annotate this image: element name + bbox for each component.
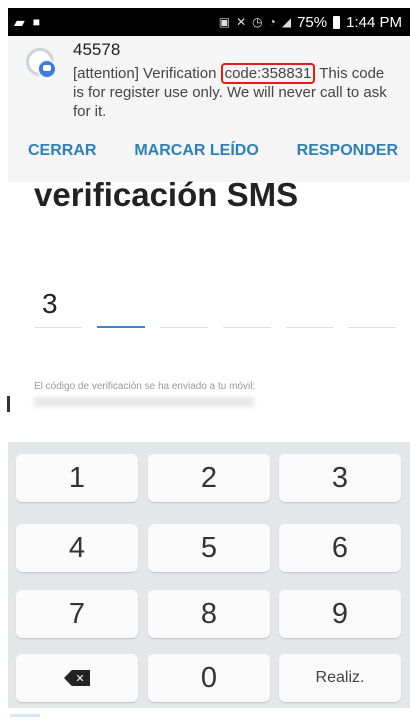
numeric-keypad: 1 2 3 4 5 6 7 8 9 ✕ 0 Realiz. <box>8 442 410 724</box>
status-icons-left: ▰ ■ <box>14 14 40 31</box>
close-button[interactable]: CERRAR <box>28 142 96 160</box>
edge-marker <box>7 396 10 412</box>
alarm-icon: ◷ <box>252 15 263 29</box>
bottom-accent <box>10 714 40 717</box>
key-3[interactable]: 3 <box>279 454 401 502</box>
nfc-icon: ▣ <box>218 15 231 29</box>
masked-phone-number <box>34 397 254 407</box>
code-digit-1[interactable]: 3 <box>34 282 82 328</box>
key-4[interactable]: 4 <box>16 524 138 572</box>
contact-avatar-icon <box>26 48 57 79</box>
code-digit-6[interactable] <box>348 282 396 328</box>
notification-sender: 45578 <box>73 40 121 59</box>
code-digit-5[interactable] <box>286 282 334 328</box>
key-0[interactable]: 0 <box>148 654 270 702</box>
video-icon: ■ <box>32 15 41 29</box>
notification-message: [attention] Verification code:358831 Thi… <box>73 63 395 121</box>
wifi-icon: ◔ <box>268 15 276 29</box>
bottom-strip <box>0 708 410 724</box>
code-input-group[interactable]: 3 <box>34 282 396 332</box>
mute-icon: ✕ <box>236 15 247 29</box>
key-5[interactable]: 5 <box>148 524 270 572</box>
clock: 1:44 PM <box>346 13 402 31</box>
code-digit-4[interactable] <box>223 282 271 328</box>
sms-notification[interactable]: 45578 [attention] Verification code:3588… <box>8 36 410 182</box>
messages-app-icon <box>37 59 57 79</box>
code-digit-3[interactable] <box>160 282 208 328</box>
page-title: verificación SMS <box>34 176 299 213</box>
backspace-icon: ✕ <box>64 670 90 686</box>
status-bar: ▰ ■ ▣ ✕ ◷ ◔ ◢ 75% 1:44 PM <box>8 8 410 36</box>
reply-button[interactable]: RESPONDER <box>297 142 398 160</box>
key-2[interactable]: 2 <box>148 454 270 502</box>
key-6[interactable]: 6 <box>279 524 401 572</box>
notification-actions: CERRAR MARCAR LEÍDO RESPONDER <box>8 142 410 160</box>
chat-icon: ▰ <box>14 13 25 30</box>
signal-icon: ◢ <box>281 15 292 29</box>
battery-percent: 75% <box>297 13 328 31</box>
code-digit-2[interactable] <box>97 282 145 328</box>
verification-code-highlight: code:358831 <box>220 63 316 84</box>
mark-read-button[interactable]: MARCAR LEÍDO <box>134 142 258 160</box>
key-9[interactable]: 9 <box>279 590 401 638</box>
done-key[interactable]: Realiz. <box>279 654 401 702</box>
backspace-key[interactable]: ✕ <box>16 654 138 702</box>
key-7[interactable]: 7 <box>16 590 138 638</box>
status-icons-right: ▣ ✕ ◷ ◔ ◢ 75% 1:44 PM <box>219 14 402 31</box>
code-sent-hint: El código de verificación se ha enviado … <box>34 381 256 392</box>
battery-icon <box>333 15 341 29</box>
message-text-start: [attention] Verification <box>73 65 221 82</box>
key-8[interactable]: 8 <box>148 590 270 638</box>
key-1[interactable]: 1 <box>16 454 138 502</box>
